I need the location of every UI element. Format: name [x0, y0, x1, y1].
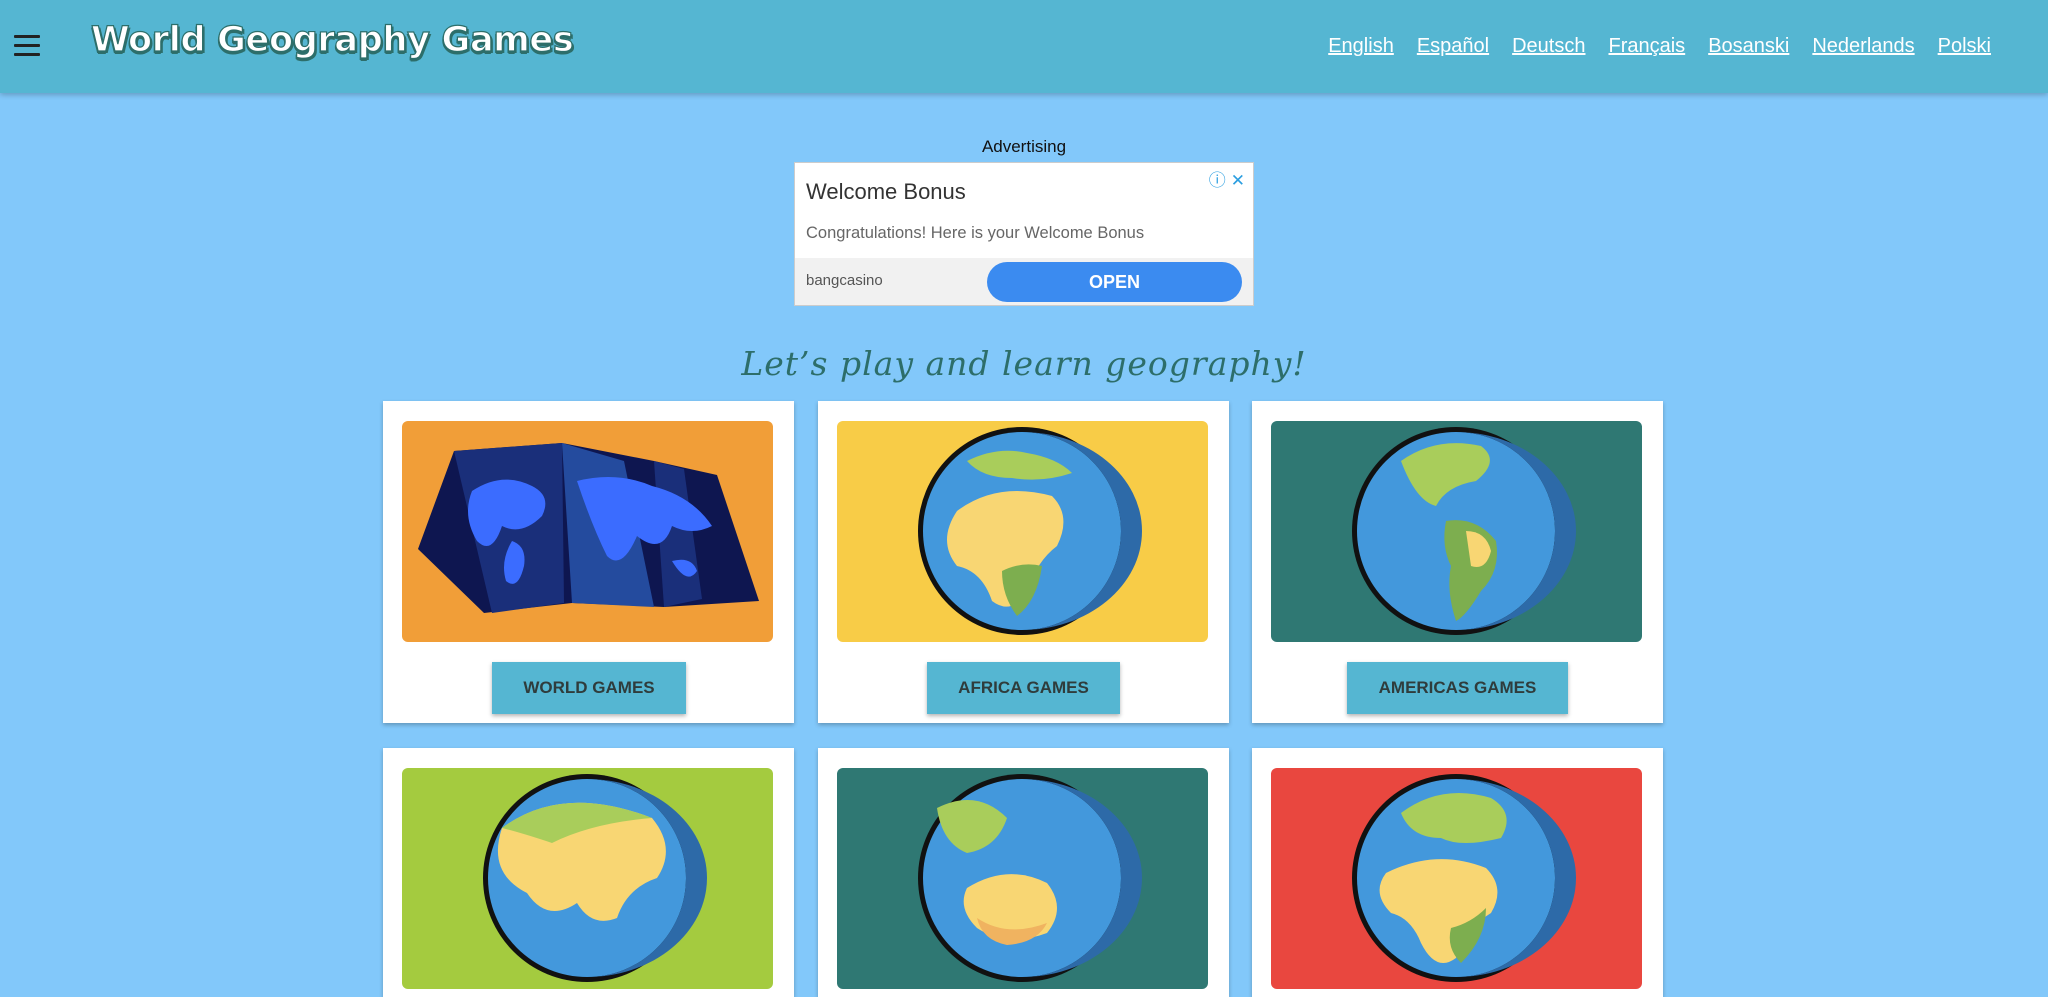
- americas-globe-image[interactable]: [1271, 421, 1642, 642]
- africa-games-button[interactable]: AFRICA GAMES: [927, 662, 1120, 714]
- ad-open-button[interactable]: OPEN: [987, 262, 1242, 302]
- ad-close-icon[interactable]: ✕: [1231, 171, 1245, 190]
- europe-games-card: [1252, 748, 1663, 997]
- world-games-button[interactable]: WORLD GAMES: [492, 662, 686, 714]
- africa-games-card: AFRICA GAMES: [818, 401, 1229, 723]
- ad-description[interactable]: Congratulations! Here is your Welcome Bo…: [806, 224, 1144, 243]
- europe-globe-image[interactable]: [1271, 768, 1642, 989]
- ad-controls: ⓘ ✕: [1204, 166, 1245, 191]
- lang-link-bosanski[interactable]: Bosanski: [1708, 35, 1789, 58]
- oceania-globe-image[interactable]: [837, 768, 1208, 989]
- africa-globe-image[interactable]: [837, 421, 1208, 642]
- hamburger-menu-icon[interactable]: [14, 35, 40, 57]
- americas-games-card: AMERICAS GAMES: [1252, 401, 1663, 723]
- advertising-label: Advertising: [981, 137, 1067, 156]
- ad-brand[interactable]: bangcasino: [806, 272, 883, 289]
- lang-link-deutsch[interactable]: Deutsch: [1512, 35, 1585, 58]
- lang-link-nederlands[interactable]: Nederlands: [1812, 35, 1914, 58]
- asia-globe-image[interactable]: [402, 768, 773, 989]
- site-logo[interactable]: World Geography Games: [90, 19, 574, 60]
- world-map-image[interactable]: [402, 421, 773, 642]
- oceania-games-card: [818, 748, 1229, 997]
- asia-games-card: [383, 748, 794, 997]
- ad-info-icon[interactable]: ⓘ: [1209, 171, 1226, 190]
- americas-games-button[interactable]: AMERICAS GAMES: [1347, 662, 1568, 714]
- world-games-card: WORLD GAMES: [383, 401, 794, 723]
- ad-banner[interactable]: Welcome Bonus Congratulations! Here is y…: [794, 162, 1254, 306]
- site-header: World Geography Games English Español De…: [0, 0, 2048, 93]
- page-tagline: Let’s play and learn geography!: [741, 344, 1307, 383]
- lang-link-english[interactable]: English: [1328, 35, 1394, 58]
- ad-footer: bangcasino OPEN: [795, 258, 1253, 305]
- lang-link-espanol[interactable]: Español: [1417, 35, 1489, 58]
- lang-link-polski[interactable]: Polski: [1938, 35, 1991, 58]
- ad-title[interactable]: Welcome Bonus: [806, 179, 966, 205]
- lang-link-francais[interactable]: Français: [1608, 35, 1685, 58]
- language-nav: English Español Deutsch Français Bosansk…: [1328, 35, 1991, 58]
